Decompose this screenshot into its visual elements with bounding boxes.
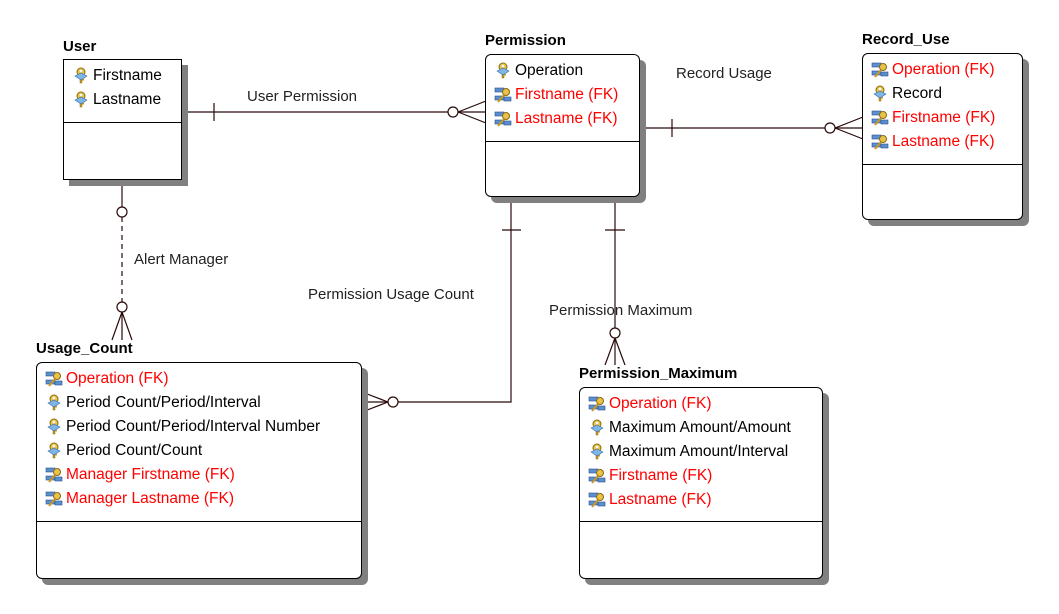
crowfoot-marker <box>457 100 487 113</box>
attribute-row[interactable]: Operation <box>494 59 639 83</box>
entity-title-permission-maximum: Permission_Maximum <box>579 365 738 382</box>
primary-key-icon <box>45 442 63 460</box>
attribute-row[interactable]: Firstname (FK) <box>494 83 639 107</box>
attribute-label: Operation (FK) <box>609 395 712 412</box>
attribute-label: Firstname (FK) <box>609 467 713 484</box>
attribute-label: Lastname <box>93 91 162 108</box>
attribute-row[interactable]: Operation (FK) <box>871 58 1022 82</box>
zero-marker <box>116 206 128 218</box>
attribute-list: Firstname Lastname <box>64 60 181 123</box>
zero-marker <box>824 122 836 134</box>
attribute-label: Maximum Amount/Interval <box>609 443 789 460</box>
entity-user[interactable]: Firstname Lastname <box>63 59 182 180</box>
attribute-row[interactable]: Manager Firstname (FK) <box>45 463 361 487</box>
attribute-label: Firstname <box>93 67 162 84</box>
foreign-key-icon <box>45 490 63 508</box>
attribute-label: Firstname (FK) <box>892 109 996 126</box>
attribute-row[interactable]: Manager Lastname (FK) <box>45 487 361 511</box>
primary-key-icon <box>494 62 512 80</box>
attribute-label: Period Count/Count <box>66 442 203 459</box>
attribute-row[interactable]: Period Count/Period/Interval Number <box>45 415 361 439</box>
rel-label-permission-usage-count: Permission Usage Count <box>308 286 474 303</box>
primary-key-icon <box>588 419 606 437</box>
entity-usage-count[interactable]: Operation (FK) Period Count/Period/Interv… <box>36 362 362 579</box>
rel-label-alert-manager: Alert Manager <box>134 251 229 268</box>
attribute-row[interactable]: Lastname (FK) <box>871 130 1022 154</box>
attribute-label: Lastname (FK) <box>515 110 618 127</box>
rel-label-user-permission: User Permission <box>247 88 358 105</box>
entity-title-user: User <box>63 38 97 55</box>
foreign-key-icon <box>871 61 889 79</box>
attribute-label: Period Count/Period/Interval Number <box>66 418 321 435</box>
entity-title-permission: Permission <box>485 32 566 49</box>
attribute-label: Firstname (FK) <box>515 86 619 103</box>
rel-label-permission-maximum: Permission Maximum <box>549 302 693 319</box>
attribute-row[interactable]: Period Count/Count <box>45 439 361 463</box>
attribute-list: Operation (FK) Record Firstname (FK) Lastna… <box>863 54 1022 165</box>
entity-permission-maximum[interactable]: Operation (FK) Maximum Amount/Amount Maxim… <box>579 387 823 579</box>
attribute-label: Lastname (FK) <box>892 133 995 150</box>
entity-permission[interactable]: Operation Firstname (FK) Lastname (FK) <box>485 54 640 197</box>
attribute-label: Manager Firstname (FK) <box>66 466 235 483</box>
zero-marker <box>116 301 128 313</box>
foreign-key-icon <box>871 109 889 127</box>
attribute-row[interactable]: Firstname (FK) <box>588 464 822 488</box>
foreign-key-icon <box>494 110 512 128</box>
foreign-key-icon <box>871 133 889 151</box>
attribute-label: Record <box>892 85 942 102</box>
rel-alert-manager[interactable] <box>111 180 133 341</box>
attribute-row[interactable]: Operation (FK) <box>45 367 361 391</box>
foreign-key-icon <box>45 466 63 484</box>
attribute-row[interactable]: Maximum Amount/Amount <box>588 416 822 440</box>
attribute-row[interactable]: Record <box>871 82 1022 106</box>
attribute-list: Operation Firstname (FK) Lastname (FK) <box>486 55 639 142</box>
foreign-key-icon <box>588 491 606 509</box>
attribute-label: Operation (FK) <box>66 370 169 387</box>
attribute-list: Operation (FK) Maximum Amount/Amount Maxim… <box>580 388 822 522</box>
attribute-row[interactable]: Operation (FK) <box>588 392 822 416</box>
attribute-label: Period Count/Period/Interval <box>66 394 261 411</box>
foreign-key-icon <box>588 395 606 413</box>
attribute-label: Operation (FK) <box>892 61 995 78</box>
attribute-row[interactable]: Firstname (FK) <box>871 106 1022 130</box>
rel-record-usage[interactable] <box>640 116 864 140</box>
primary-key-icon <box>72 67 90 85</box>
attribute-label: Operation <box>515 62 584 79</box>
attribute-label: Lastname (FK) <box>609 491 712 508</box>
zero-marker <box>387 396 399 408</box>
attribute-label: Manager Lastname (FK) <box>66 490 234 507</box>
attribute-row[interactable]: Maximum Amount/Interval <box>588 440 822 464</box>
crowfoot-marker <box>604 337 616 366</box>
foreign-key-icon <box>45 370 63 388</box>
foreign-key-icon <box>588 467 606 485</box>
primary-key-icon <box>871 85 889 103</box>
zero-marker <box>609 327 621 339</box>
entity-title-usage-count: Usage_Count <box>36 340 133 357</box>
attribute-row[interactable]: Period Count/Period/Interval <box>45 391 361 415</box>
attribute-row[interactable]: Lastname (FK) <box>588 488 822 512</box>
foreign-key-icon <box>494 86 512 104</box>
crowfoot-marker <box>111 311 123 341</box>
crowfoot-marker <box>834 116 864 129</box>
rel-permission-maximum[interactable] <box>604 197 626 366</box>
attribute-row[interactable]: Lastname <box>72 88 181 112</box>
primary-key-icon <box>588 443 606 461</box>
crowfoot-marker <box>361 391 389 403</box>
entity-record-use[interactable]: Operation (FK) Record Firstname (FK) Lastna… <box>862 53 1023 220</box>
zero-marker <box>447 106 459 118</box>
attribute-row[interactable]: Lastname (FK) <box>494 107 639 131</box>
attribute-label: Maximum Amount/Amount <box>609 419 791 436</box>
primary-key-icon <box>45 418 63 436</box>
entity-title-record-use: Record_Use <box>862 31 950 48</box>
primary-key-icon <box>45 394 63 412</box>
attribute-list: Operation (FK) Period Count/Period/Interv… <box>37 363 361 522</box>
primary-key-icon <box>72 91 90 109</box>
attribute-row[interactable]: Firstname <box>72 64 181 88</box>
rel-label-record-usage: Record Usage <box>676 65 772 82</box>
rel-permission-usage-count[interactable] <box>361 197 521 413</box>
